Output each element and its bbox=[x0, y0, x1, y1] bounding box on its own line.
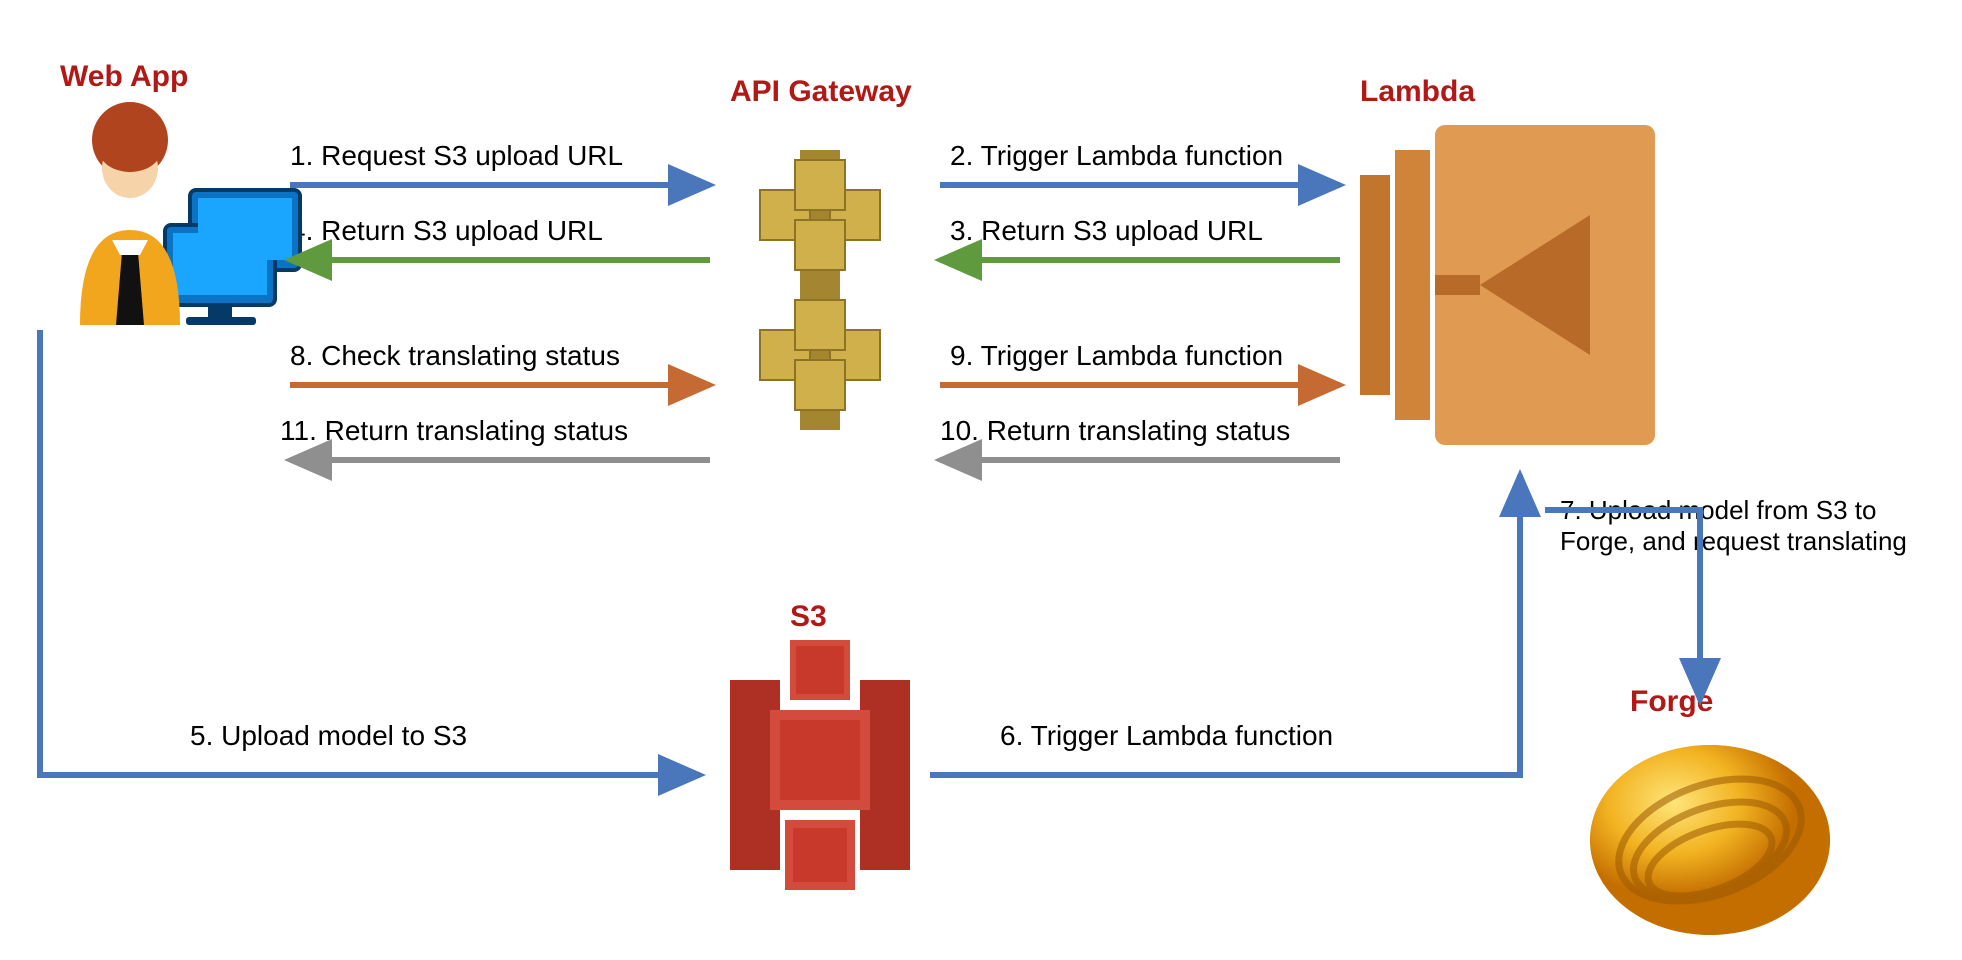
diagram-canvas bbox=[0, 0, 1962, 960]
diagram-stage: Web App API Gateway Lambda S3 Forge 1. R… bbox=[0, 0, 1962, 960]
api-gateway-icon bbox=[760, 150, 880, 430]
s3-icon bbox=[730, 640, 910, 890]
lambda-icon bbox=[1360, 125, 1655, 445]
arrow-5 bbox=[40, 330, 700, 775]
webapp-icon bbox=[80, 102, 300, 325]
forge-icon bbox=[1590, 745, 1830, 935]
arrow-7 bbox=[1545, 510, 1700, 700]
arrow-6 bbox=[930, 475, 1520, 775]
